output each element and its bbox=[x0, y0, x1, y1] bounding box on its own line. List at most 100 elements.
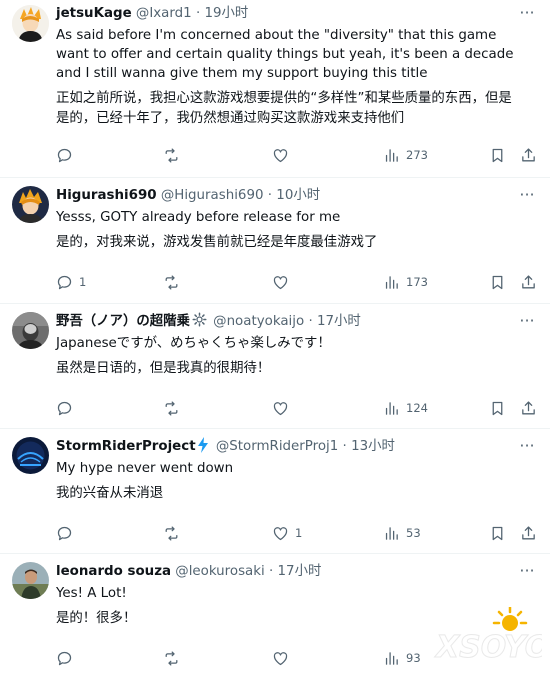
retweet-button[interactable] bbox=[163, 145, 180, 165]
views-count: 173 bbox=[406, 275, 428, 289]
retweet-button[interactable] bbox=[163, 648, 180, 668]
user-handle[interactable]: @noatyokaijo bbox=[213, 314, 304, 329]
tweet-header: 野吾（ノア）の超階乗 @noatyokaijo · 17小时 bbox=[56, 312, 514, 332]
display-name[interactable]: jetsuKage bbox=[56, 6, 132, 21]
reply-button[interactable] bbox=[56, 523, 79, 543]
share-button[interactable] bbox=[520, 398, 537, 418]
bookmark-button[interactable] bbox=[489, 145, 506, 165]
views-icon bbox=[385, 275, 398, 289]
views-icon bbox=[385, 526, 398, 540]
reply-icon bbox=[57, 401, 72, 415]
action-bar: 124 bbox=[56, 398, 538, 418]
bookmark-button[interactable] bbox=[489, 523, 506, 543]
user-handle[interactable]: @Ixard1 bbox=[136, 6, 192, 21]
bookmark-icon bbox=[492, 275, 503, 289]
avatar[interactable] bbox=[12, 312, 49, 349]
separator-dot: · bbox=[269, 564, 274, 579]
tweet-3[interactable]: 野吾（ノア）の超階乗 @noatyokaijo · 17小时 Japaneseで… bbox=[0, 304, 550, 424]
like-button[interactable] bbox=[272, 648, 295, 668]
more-icon[interactable]: ··· bbox=[518, 438, 536, 459]
views-button[interactable]: 93 bbox=[383, 648, 421, 668]
action-bar: 1 173 bbox=[56, 272, 538, 292]
tweet-translation: 虽然是日语的，但是我真的很期待！ bbox=[56, 361, 271, 376]
display-name[interactable]: 野吾（ノア）の超階乗 bbox=[56, 314, 190, 329]
avatar[interactable] bbox=[12, 186, 49, 223]
avatar[interactable] bbox=[12, 437, 49, 474]
like-button[interactable] bbox=[272, 272, 295, 292]
bookmark-button[interactable] bbox=[489, 272, 506, 292]
separator-dot: · bbox=[267, 188, 273, 203]
tweet-text: Yes! A Lot! bbox=[56, 586, 127, 601]
reply-button[interactable] bbox=[56, 145, 79, 165]
more-icon[interactable]: ··· bbox=[518, 5, 536, 26]
share-icon bbox=[522, 400, 535, 414]
tweet-header: Higurashi690 @Higurashi690 · 10小时 bbox=[56, 186, 514, 206]
retweet-button[interactable] bbox=[163, 272, 180, 292]
tweet-translation: 是的，对我来说，游戏发售前就已经是年度最佳游戏了 bbox=[56, 235, 378, 250]
heart-icon bbox=[273, 275, 288, 289]
retweet-icon bbox=[165, 525, 178, 541]
separator-dot: · bbox=[195, 6, 201, 21]
timestamp[interactable]: 17小时 bbox=[317, 314, 361, 329]
lightning-icon bbox=[197, 437, 208, 453]
tweet-text: As said before I'm concerned about the "… bbox=[56, 28, 514, 81]
share-icon bbox=[522, 274, 535, 288]
reply-icon bbox=[57, 651, 72, 665]
retweet-button[interactable] bbox=[163, 523, 180, 543]
like-button[interactable] bbox=[272, 398, 295, 418]
bookmark-icon bbox=[492, 401, 503, 415]
svg-text:XSOYO: XSOYO bbox=[434, 630, 542, 665]
views-button[interactable]: 273 bbox=[383, 145, 428, 165]
views-button[interactable]: 173 bbox=[383, 272, 428, 292]
tweet-4[interactable]: StormRiderProject @StormRiderProj1 · 13小… bbox=[0, 429, 550, 549]
action-bar: 273 bbox=[56, 145, 538, 165]
more-icon[interactable]: ··· bbox=[518, 313, 536, 334]
bookmark-button[interactable] bbox=[489, 398, 506, 418]
display-name[interactable]: Higurashi690 bbox=[56, 188, 157, 203]
bookmark-icon bbox=[492, 526, 503, 540]
retweet-icon bbox=[165, 400, 178, 416]
display-name[interactable]: leonardo souza bbox=[56, 564, 171, 579]
timestamp[interactable]: 17小时 bbox=[278, 564, 322, 579]
avatar[interactable] bbox=[12, 5, 49, 42]
display-name[interactable]: StormRiderProject bbox=[56, 439, 196, 454]
user-handle[interactable]: @StormRiderProj1 bbox=[216, 439, 338, 454]
tweet-text: Japaneseですが、めちゃくちゃ楽しみです！ bbox=[56, 336, 331, 351]
separator-dot: · bbox=[308, 314, 313, 329]
reply-icon bbox=[57, 148, 72, 162]
share-button[interactable] bbox=[520, 523, 537, 543]
views-count: 53 bbox=[406, 526, 421, 540]
more-icon[interactable]: ··· bbox=[518, 563, 536, 584]
tweet-1[interactable]: jetsuKage @Ixard1 · 19小时 As said before … bbox=[0, 0, 550, 170]
views-icon bbox=[385, 148, 398, 162]
user-handle[interactable]: @leokurosaki bbox=[175, 564, 264, 579]
tweet-translation: 正如之前所说，我担心这款游戏想要提供的“多样性”和某些质量的东西，但是是的，已经… bbox=[56, 91, 512, 126]
retweet-icon bbox=[165, 274, 178, 290]
tweet-header: leonardo souza @leokurosaki · 17小时 bbox=[56, 562, 514, 582]
tweet-translation: 我的兴奋从未消退 bbox=[56, 486, 164, 501]
share-button[interactable] bbox=[520, 145, 537, 165]
views-button[interactable]: 124 bbox=[383, 398, 428, 418]
retweet-icon bbox=[165, 650, 178, 666]
user-handle[interactable]: @Higurashi690 bbox=[161, 188, 264, 203]
reply-button[interactable] bbox=[56, 648, 79, 668]
reply-button[interactable]: 1 bbox=[56, 272, 86, 292]
share-button[interactable] bbox=[520, 272, 537, 292]
timestamp[interactable]: 13小时 bbox=[351, 439, 395, 454]
timestamp[interactable]: 19小时 bbox=[204, 6, 248, 21]
more-icon[interactable]: ··· bbox=[518, 187, 536, 208]
avatar[interactable] bbox=[12, 562, 49, 599]
share-icon bbox=[522, 147, 535, 161]
share-icon bbox=[522, 525, 535, 539]
reply-icon bbox=[57, 526, 72, 540]
views-button[interactable]: 53 bbox=[383, 523, 421, 543]
like-button[interactable]: 1 bbox=[272, 523, 302, 543]
heart-icon bbox=[273, 148, 288, 162]
tweet-2[interactable]: Higurashi690 @Higurashi690 · 10小时 Yesss,… bbox=[0, 178, 550, 295]
timestamp[interactable]: 10小时 bbox=[276, 188, 320, 203]
reply-button[interactable] bbox=[56, 398, 79, 418]
tweet-text: My hype never went down bbox=[56, 461, 234, 476]
retweet-icon bbox=[165, 147, 178, 163]
like-button[interactable] bbox=[272, 145, 295, 165]
retweet-button[interactable] bbox=[163, 398, 180, 418]
